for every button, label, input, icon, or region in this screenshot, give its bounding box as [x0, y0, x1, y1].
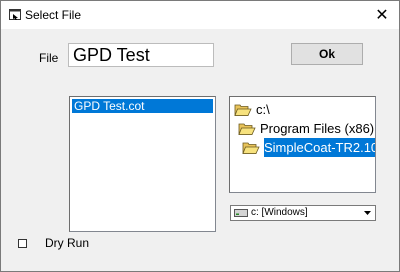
open-folder-icon — [234, 104, 252, 116]
directory-list[interactable]: c:\ Program Files (x86) SimpleCoat-TR2.1… — [229, 96, 376, 193]
window-title: Select File — [25, 8, 82, 22]
close-icon: ✕ — [375, 7, 389, 24]
drive-icon — [234, 209, 248, 217]
drive-select[interactable]: c: [Windows] — [230, 205, 376, 221]
dry-run-checkbox[interactable] — [18, 239, 27, 248]
open-folder-icon — [242, 142, 260, 154]
directory-label: Program Files (x86) — [260, 121, 375, 136]
close-button[interactable]: ✕ — [365, 1, 399, 29]
file-label: File — [39, 51, 59, 65]
directory-label: SimpleCoat-TR2.10 — [264, 138, 375, 157]
directory-label: c:\ — [256, 102, 270, 117]
ok-button[interactable]: Ok — [291, 43, 363, 65]
drive-select-value: c: [Windows] — [251, 207, 308, 218]
file-list-item[interactable]: GPD Test.cot — [72, 99, 213, 113]
app-window-icon — [9, 9, 21, 20]
open-folder-icon — [238, 123, 256, 135]
dry-run-label: Dry Run — [45, 236, 90, 250]
file-name-input[interactable] — [68, 43, 214, 67]
file-list[interactable]: GPD Test.cot — [69, 96, 216, 232]
title-bar: Select File ✕ — [1, 1, 399, 29]
select-file-dialog: Select File ✕ File Ok GPD Test.cot c:\ P… — [0, 0, 400, 272]
chevron-down-icon[interactable] — [361, 207, 374, 219]
